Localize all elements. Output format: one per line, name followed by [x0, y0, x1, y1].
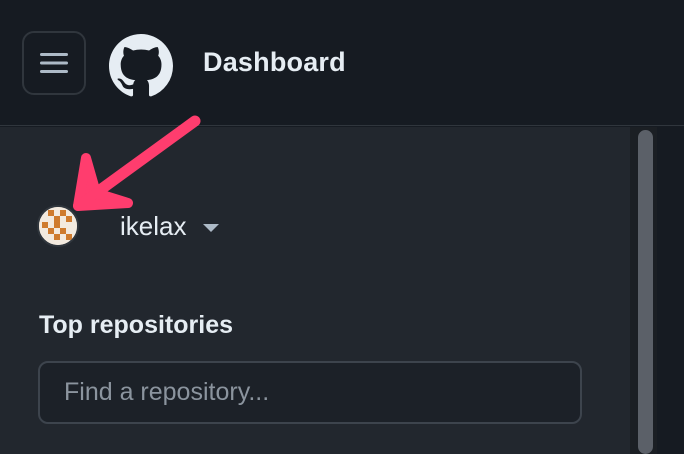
caret-down-icon — [203, 224, 220, 232]
avatar-pattern-icon — [39, 207, 77, 245]
page-title: Dashboard — [203, 47, 346, 77]
hamburger-icon — [40, 53, 68, 73]
repository-search-input[interactable] — [38, 361, 582, 424]
github-octocat-icon[interactable] — [109, 34, 173, 98]
username: ikelax — [120, 210, 187, 241]
top-repositories-heading: Top repositories — [39, 311, 234, 339]
account-switcher[interactable]: ikelax — [120, 206, 220, 246]
top-header: Dashboard — [0, 0, 684, 126]
scrollbar-thumb[interactable] — [638, 130, 653, 454]
user-avatar[interactable] — [37, 205, 79, 247]
menu-button[interactable] — [22, 31, 86, 95]
page-background — [657, 127, 684, 454]
